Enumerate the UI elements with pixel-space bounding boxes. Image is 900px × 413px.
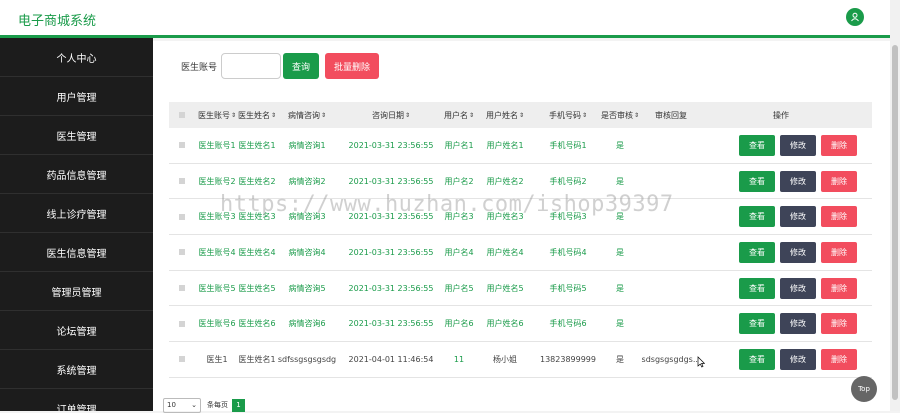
- page-size-value: 10: [167, 401, 176, 409]
- table-row: 医生账号5 医生姓名5 病情咨询5 2021-03-31 23:56:55 用户名5 用户…: [169, 270, 872, 307]
- table-cell: 病情咨询6: [288, 319, 326, 329]
- data-table: 医生账号 ⇕ 医生姓名 ⇕ 病情咨询 ⇕ 咨询日期 ⇕ 用户名 ⇕ 用户姓名 ⇕ 手机号码 ⇕ 是否审核 ⇕ 审…: [169, 102, 872, 378]
- column-header-label: 用户姓名: [485, 110, 518, 120]
- user-avatar[interactable]: [846, 8, 864, 26]
- table-row: 医生1 医生姓名1 sdfssgsgsgsdg 2021-04-01 11:46:54…: [169, 342, 872, 378]
- view-button[interactable]: 查看: [739, 242, 775, 264]
- table-row: 医生账号6 医生姓名6 病情咨询6 2021-03-31 23:56:55 用户名6 用户…: [169, 306, 872, 343]
- table-cell: 2021-03-31 23:56:55: [348, 247, 434, 257]
- main-content: 医生账号 查询 批量删除 医生账号 ⇕ 医生姓名 ⇕ 病情咨询 ⇕ 咨询日期 ⇕ 用户名 ⇕ 用户姓…: [153, 41, 890, 413]
- sidebar-item[interactable]: 用户管理: [0, 77, 153, 116]
- column-header-label: 手机号码: [548, 110, 581, 120]
- table-cell: 病情咨询4: [288, 247, 326, 257]
- delete-button[interactable]: 删除: [821, 206, 857, 228]
- view-button[interactable]: 查看: [739, 206, 775, 228]
- page-size-select[interactable]: 10 ⌄: [163, 397, 201, 413]
- mouse-cursor-icon: [697, 356, 705, 368]
- sidebar-item[interactable]: 个人中心: [0, 38, 153, 77]
- column-header-label: 审核回复: [655, 110, 687, 120]
- table-cell: 病情咨询2: [288, 176, 326, 186]
- sidebar-item[interactable]: 订单管理: [0, 389, 153, 412]
- table-cell: 2021-03-31 23:56:55: [348, 283, 434, 293]
- view-button[interactable]: 查看: [739, 277, 775, 299]
- app-title: 电子商城系统: [18, 14, 97, 29]
- column-header-label: 是否审核: [600, 110, 633, 120]
- page-button-current[interactable]: 1: [232, 398, 245, 412]
- table-row: 医生账号2 医生姓名2 病情咨询2 2021-03-31 23:56:55 用户名2 用户…: [169, 163, 872, 200]
- sidebar-item[interactable]: 药品信息管理: [0, 155, 153, 194]
- view-button[interactable]: 查看: [739, 170, 775, 192]
- sidebar-item[interactable]: 系统管理: [0, 350, 153, 389]
- table-cell: 2021-03-31 23:56:55: [348, 212, 434, 222]
- edit-button[interactable]: 修改: [780, 135, 816, 156]
- delete-button[interactable]: 删除: [821, 170, 857, 192]
- table-cell: [641, 164, 701, 199]
- sidebar-item[interactable]: 线上诊疗管理: [0, 194, 153, 233]
- sort-icon[interactable]: ⇕: [405, 112, 410, 119]
- table-cell: [641, 199, 701, 234]
- table-cell: 2021-04-01 11:46:54: [348, 354, 434, 364]
- view-button[interactable]: 查看: [739, 135, 775, 156]
- column-header-label: 医生姓名: [237, 110, 270, 120]
- delete-button[interactable]: 删除: [821, 313, 857, 335]
- delete-button[interactable]: 删除: [821, 349, 857, 371]
- table-cell: sdfssgsgsgsdg: [277, 354, 337, 364]
- edit-button[interactable]: 修改: [780, 170, 816, 192]
- column-header: 审核回复: [636, 102, 706, 128]
- table-cell: [641, 271, 701, 306]
- batch-delete-button[interactable]: 批量删除: [325, 53, 379, 79]
- table-cell: 2021-03-31 23:56:55: [348, 140, 434, 150]
- delete-button[interactable]: 删除: [821, 242, 857, 264]
- table-row: 医生账号4 医生姓名4 病情咨询4 2021-03-31 23:56:55 用户名4 用户…: [169, 235, 872, 271]
- edit-button[interactable]: 修改: [780, 277, 816, 299]
- table-cell: 病情咨询1: [288, 140, 326, 150]
- scrollbar[interactable]: [890, 0, 900, 411]
- sort-icon[interactable]: ⇕: [321, 112, 326, 119]
- sidebar-item[interactable]: 医生管理: [0, 116, 153, 155]
- query-button[interactable]: 查询: [283, 53, 319, 79]
- search-label: 医生账号: [181, 63, 218, 73]
- edit-button[interactable]: 修改: [780, 242, 816, 264]
- sidebar-item[interactable]: 医生信息管理: [0, 233, 153, 272]
- table-cell: 病情咨询3: [288, 212, 326, 222]
- table-cell: [641, 128, 701, 163]
- table-cell: [641, 306, 701, 341]
- table-cell: [641, 235, 701, 270]
- user-icon: [851, 12, 859, 22]
- edit-button[interactable]: 修改: [780, 206, 816, 228]
- table-cell: 病情咨询5: [288, 283, 326, 293]
- table-header-row: 医生账号 ⇕ 医生姓名 ⇕ 病情咨询 ⇕ 咨询日期 ⇕ 用户名 ⇕ 用户姓名 ⇕ 手机号码 ⇕ 是否审核 ⇕ 审…: [169, 102, 872, 128]
- sidebar: 个人中心 用户管理 医生管理 药品信息管理 线上诊疗管理 医生信息管理 管理员管理 论坛管理系…: [0, 38, 153, 411]
- per-page-label: 条每页: [207, 401, 228, 409]
- sidebar-item[interactable]: 论坛管理: [0, 311, 153, 350]
- column-header[interactable]: 病情咨询 ⇕: [272, 102, 342, 128]
- column-header-label: 咨询日期: [371, 110, 404, 120]
- table-row: 医生账号1 医生姓名1 病情咨询1 2021-03-31 23:56:55 用户名1 用户…: [169, 128, 872, 164]
- delete-button[interactable]: 删除: [821, 135, 857, 156]
- table-cell: sdsgsgsgdgs...: [641, 354, 701, 364]
- doctor-account-input[interactable]: [221, 53, 281, 79]
- sidebar-item[interactable]: 管理员管理: [0, 272, 153, 311]
- column-header[interactable]: 咨询日期 ⇕: [356, 102, 426, 128]
- column-header-label: 用户名: [443, 110, 468, 120]
- table-cell: 2021-03-31 23:56:55: [348, 176, 434, 186]
- edit-button[interactable]: 修改: [780, 349, 816, 371]
- table-row: 医生账号3 医生姓名3 病情咨询3 2021-03-31 23:56:55 用户名3 用户…: [169, 199, 872, 236]
- delete-button[interactable]: 删除: [821, 277, 857, 299]
- view-button[interactable]: 查看: [739, 349, 775, 371]
- column-header-label: 操作: [773, 110, 789, 120]
- table-cell: 2021-03-31 23:56:55: [348, 319, 434, 329]
- chevron-down-icon: ⌄: [191, 401, 197, 409]
- view-button[interactable]: 查看: [739, 313, 775, 335]
- column-header: 操作: [746, 102, 816, 128]
- scrollbar-thumb[interactable]: [892, 45, 898, 400]
- back-to-top-button[interactable]: Top: [851, 376, 877, 402]
- column-header-label: 病情咨询: [287, 110, 320, 120]
- top-bar: 电子商城系统: [0, 0, 890, 38]
- sort-icon[interactable]: ⇕: [519, 112, 524, 119]
- column-header[interactable]: 用户姓名 ⇕: [470, 102, 540, 128]
- edit-button[interactable]: 修改: [780, 313, 816, 335]
